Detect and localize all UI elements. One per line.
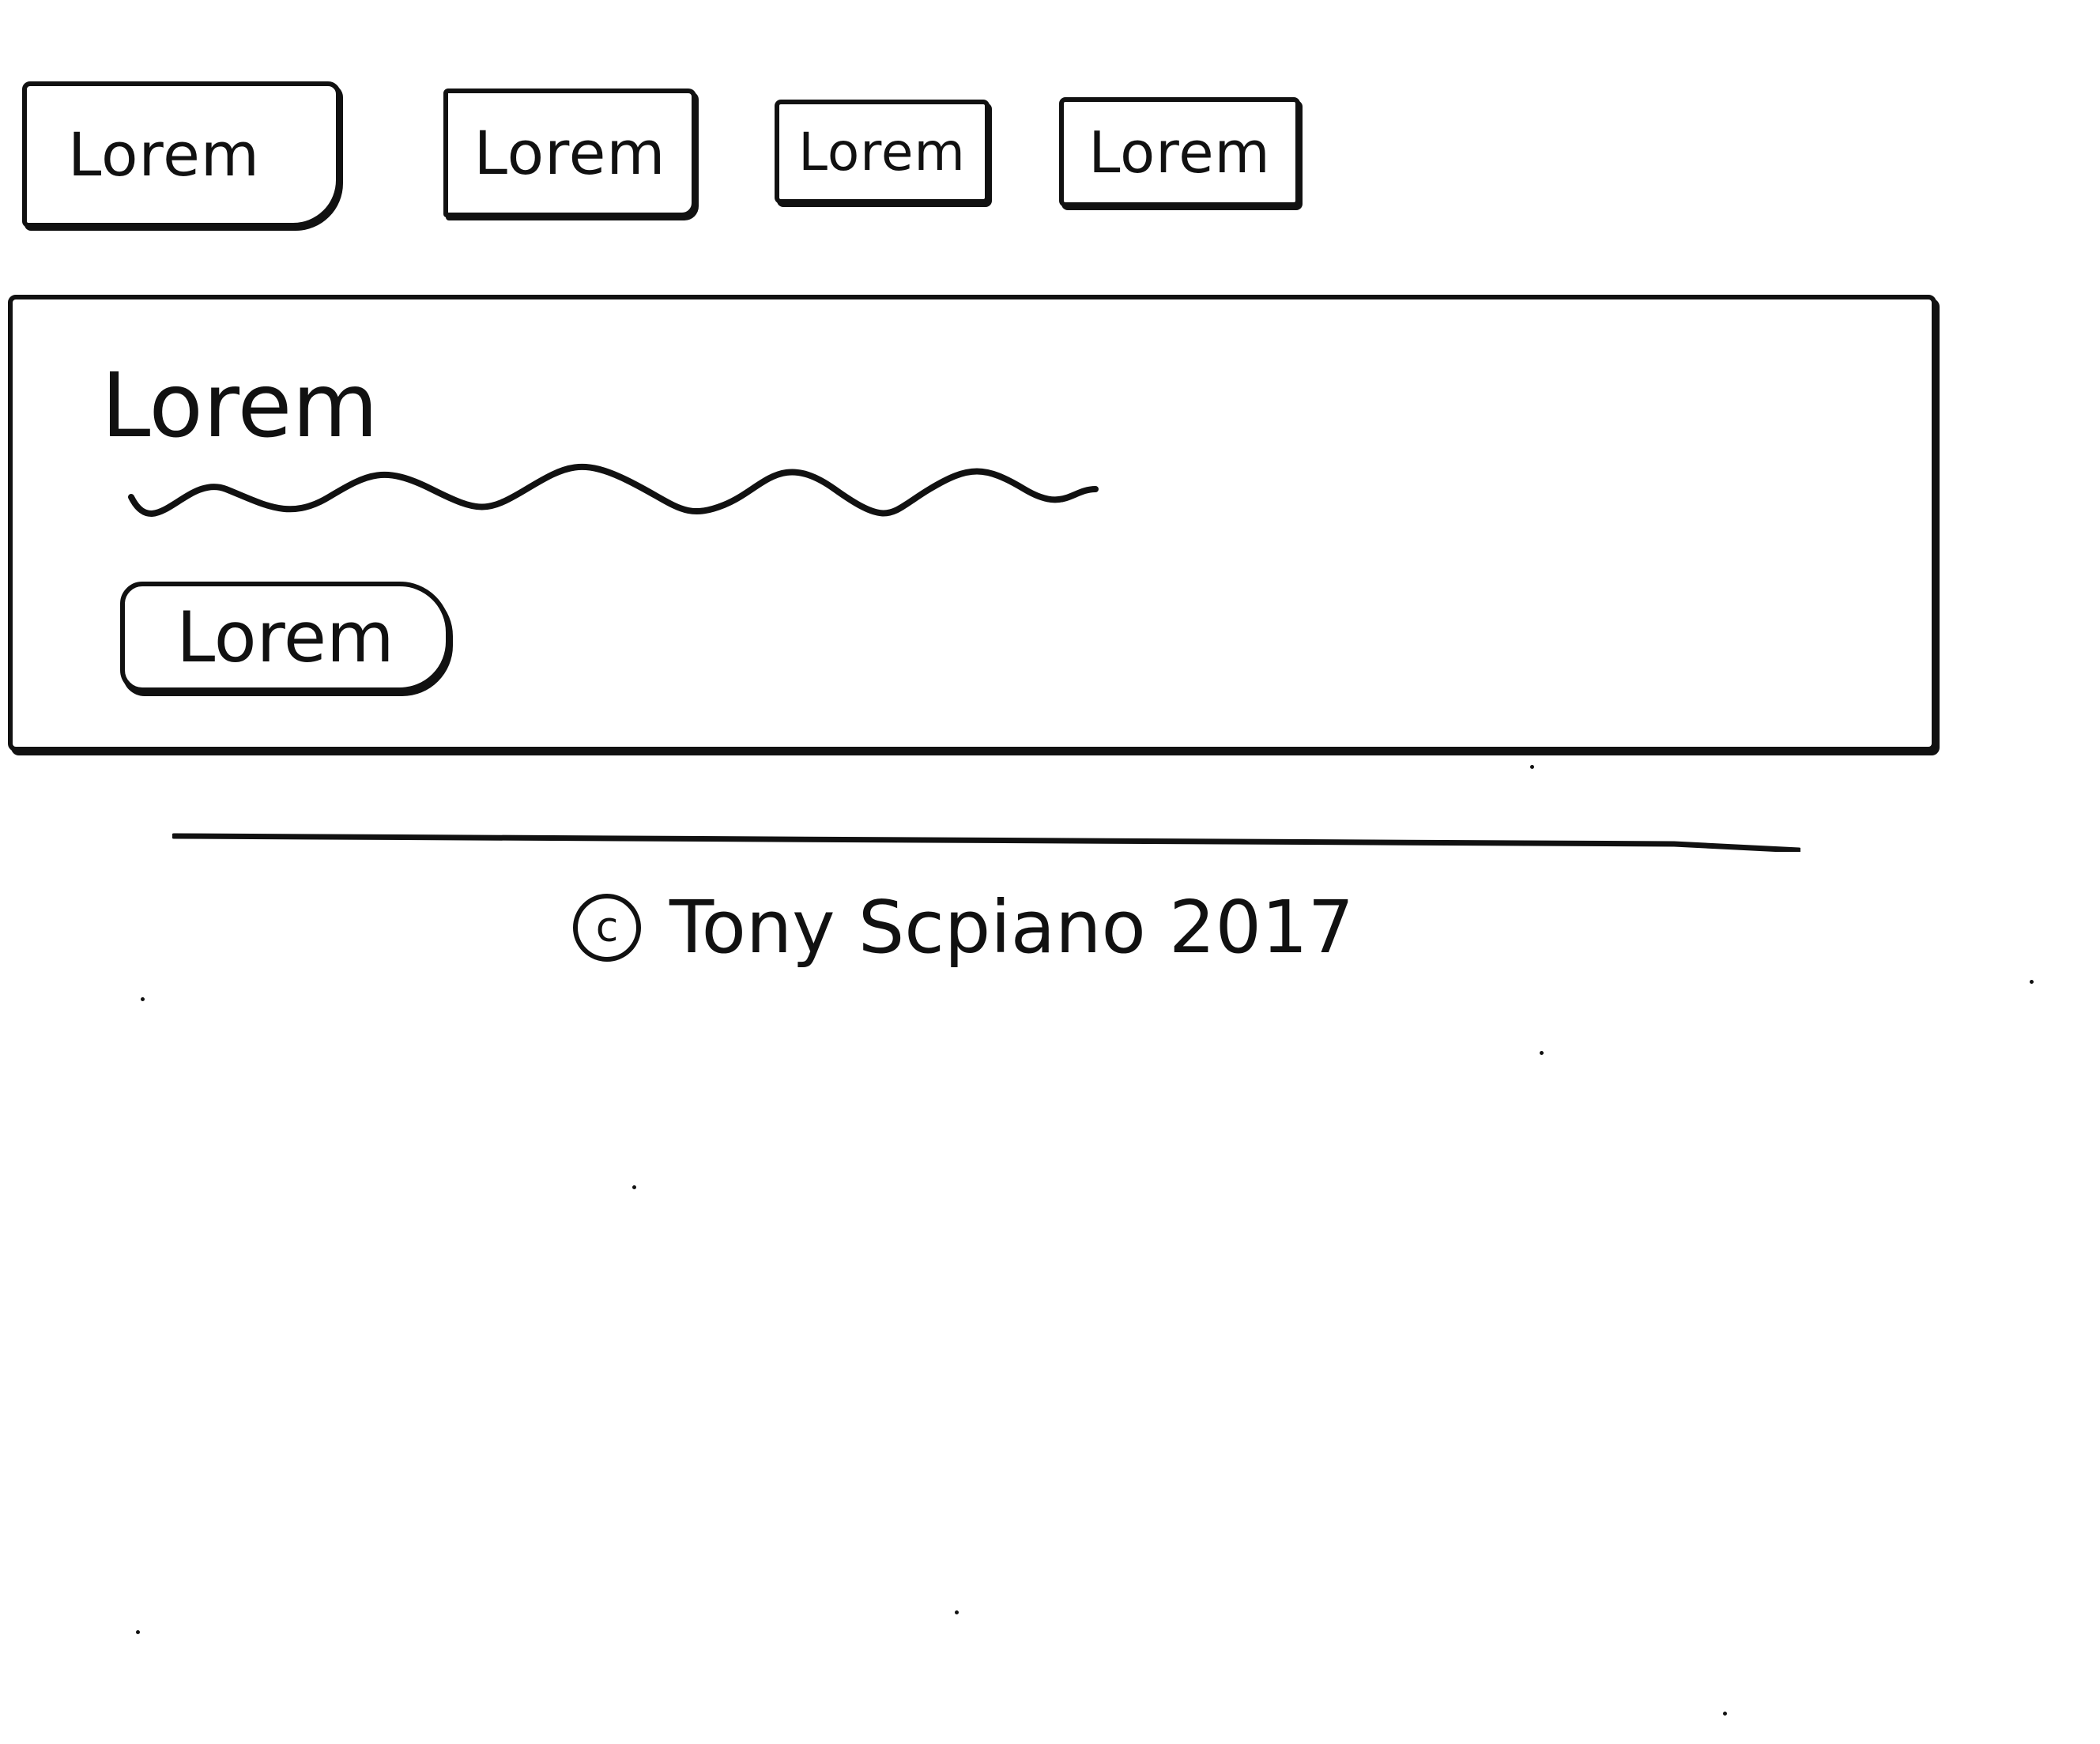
speck (1540, 1051, 1544, 1055)
panel-title: Lorem (101, 355, 379, 458)
speck (1723, 1712, 1727, 1716)
footer: c Tony Scpiano 2017 (573, 885, 1354, 970)
panel-action-button[interactable]: Lorem (120, 582, 451, 692)
copyright-icon: c (573, 893, 641, 962)
footer-text: Tony Scpiano 2017 (669, 885, 1355, 970)
text-placeholder-squiggle (128, 463, 1099, 517)
speck (632, 1185, 636, 1189)
nav-button-1[interactable]: Lorem (22, 81, 341, 228)
content-panel: Lorem Lorem (8, 295, 1936, 751)
speck (136, 1630, 140, 1634)
speck (141, 997, 145, 1001)
nav-button-3[interactable]: Lorem (775, 100, 990, 204)
footer-divider (172, 833, 1800, 852)
speck (955, 1610, 959, 1614)
nav-button-4[interactable]: Lorem (1059, 97, 1300, 207)
nav-button-2[interactable]: Lorem (443, 89, 696, 217)
speck (1530, 765, 1534, 769)
speck (2030, 980, 2034, 984)
